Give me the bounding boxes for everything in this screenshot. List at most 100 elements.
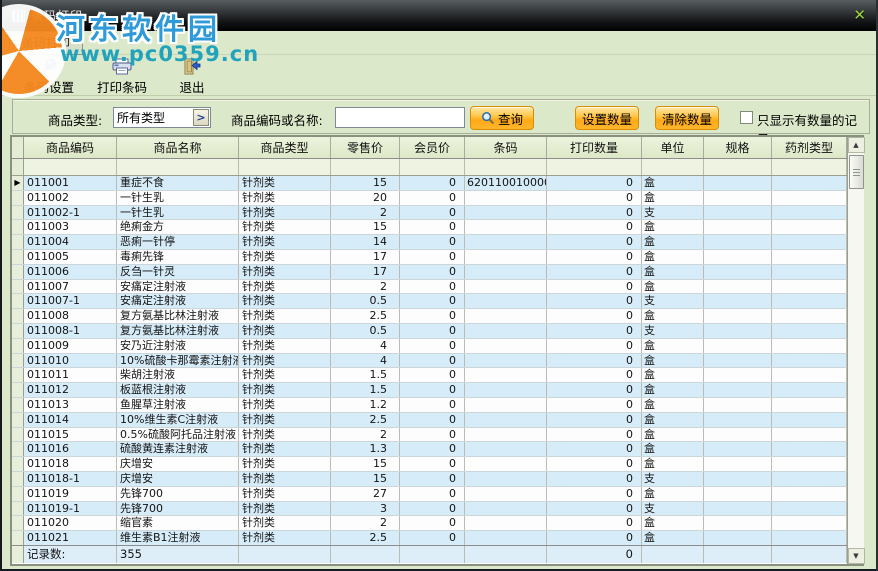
product-type-label: 商品类型: (48, 113, 103, 128)
row-selector[interactable] (12, 294, 24, 309)
table-row[interactable]: 011018 庆增安 针剂类 15 0 0 盒 (12, 457, 847, 472)
table-row[interactable]: 011009 安乃近注射液 针剂类 4 0 0 盒 (12, 338, 847, 354)
cell-条码 (465, 516, 547, 531)
row-selector[interactable] (12, 427, 24, 442)
table-row[interactable]: 011002-1 一针生乳 针剂类 2 0 0 支 (12, 205, 847, 221)
cell-条码: 6201100100001 (465, 176, 547, 190)
row-selector[interactable] (12, 249, 24, 264)
row-selector[interactable] (12, 531, 24, 545)
cell-条码 (465, 383, 547, 397)
row-selector[interactable] (12, 471, 24, 486)
row-selector[interactable] (12, 442, 24, 457)
cell-商品类型: 针剂类 (239, 486, 331, 501)
table-row[interactable]: 011006 反刍一针灵 针剂类 17 0 0 盒 (12, 264, 847, 280)
cell-零售价: 0.5 (331, 294, 400, 309)
table-row[interactable]: 011015 0.5%硫酸阿托品注射液 针剂类 2 0 0 盒 (12, 427, 847, 443)
cell-条码 (465, 412, 547, 427)
row-selector[interactable] (12, 457, 24, 471)
close-icon[interactable]: ✕ (853, 8, 866, 23)
cell-商品名称: 反刍一针灵 (117, 264, 239, 279)
column-header-9[interactable]: 药剂类型 (772, 137, 847, 158)
combo-dropdown-icon[interactable]: > (193, 109, 209, 126)
row-selector[interactable] (12, 220, 24, 235)
column-header-5[interactable]: 条码 (465, 137, 547, 158)
table-row[interactable]: 011007-1 安痛定注射液 针剂类 0.5 0 0 支 (12, 294, 847, 310)
row-selector[interactable] (12, 383, 24, 397)
row-selector[interactable] (12, 501, 24, 516)
cell-打印数量: 0 (547, 383, 642, 397)
column-header-7[interactable]: 单位 (642, 137, 704, 158)
set-quantity-button[interactable]: 设置数量 (575, 106, 639, 130)
row-selector[interactable] (12, 323, 24, 338)
row-selector[interactable] (12, 309, 24, 323)
row-selector[interactable] (12, 486, 24, 501)
row-selector[interactable] (12, 205, 24, 220)
table-row[interactable]: 011020 缩官素 针剂类 2 0 0 盒 (12, 516, 847, 532)
row-selector[interactable] (12, 397, 24, 412)
cell-商品名称: 安痛定注射液 (117, 279, 239, 294)
row-selector[interactable] (12, 338, 24, 353)
row-selector[interactable] (12, 279, 24, 294)
table-row[interactable]: 011021 维生素B1注射液 针剂类 2.5 0 0 盒 (12, 531, 847, 546)
table-row[interactable]: 011005 毒痢先锋 针剂类 17 0 0 盒 (12, 249, 847, 265)
column-header-4[interactable]: 会员价 (400, 137, 465, 158)
barcode-settings-button[interactable]: 条码设置 (18, 57, 80, 96)
table-row[interactable]: 011018-1 庆增安 针剂类 15 0 0 支 (12, 471, 847, 487)
row-selector[interactable] (12, 368, 24, 383)
row-selector[interactable] (12, 190, 24, 205)
exit-button[interactable]: 退出 (170, 57, 214, 96)
cell-打印数量: 0 (547, 294, 642, 309)
cell-打印数量: 0 (547, 235, 642, 249)
cell-商品编码: 011020 (24, 516, 117, 531)
table-row[interactable]: 011007 安痛定注射液 针剂类 2 0 0 盒 (12, 279, 847, 295)
column-header-0[interactable]: 商品编码 (24, 137, 117, 158)
cell-打印数量: 0 (547, 397, 642, 412)
cell-商品名称: 0.5%硫酸阿托品注射液 (117, 427, 239, 442)
cell-药剂类型 (772, 457, 847, 471)
scroll-down-icon[interactable]: ▼ (847, 548, 865, 564)
search-input[interactable] (335, 107, 465, 128)
row-selector[interactable] (12, 516, 24, 531)
table-row[interactable]: 011019 先锋700 针剂类 27 0 0 盒 (12, 486, 847, 502)
scroll-up-icon[interactable]: ▲ (847, 137, 865, 153)
table-row[interactable]: 011012 板蓝根注射液 针剂类 1.5 0 0 盒 (12, 383, 847, 398)
scrollbar-thumb[interactable] (848, 155, 864, 189)
column-header-2[interactable]: 商品类型 (239, 137, 331, 158)
column-header-3[interactable]: 零售价 (331, 137, 400, 158)
table-row[interactable]: 011004 恶痢一针停 针剂类 14 0 0 盒 (12, 235, 847, 250)
row-selector[interactable] (12, 353, 24, 368)
current-row-indicator[interactable]: ▶ (12, 176, 24, 190)
column-header-8[interactable]: 规格 (704, 137, 772, 158)
cell-会员价: 0 (400, 501, 465, 516)
row-selector[interactable] (12, 264, 24, 279)
clear-quantity-button[interactable]: 清除数量 (655, 106, 719, 130)
table-row[interactable]: 011003 绝痢金方 针剂类 15 0 0 盒 (12, 220, 847, 236)
table-row[interactable]: 011019-1 先锋700 针剂类 3 0 0 支 (12, 501, 847, 517)
query-button[interactable]: 查询 (470, 106, 534, 130)
row-selector[interactable] (12, 412, 24, 427)
cell-零售价: 17 (331, 264, 400, 279)
table-row[interactable]: 011011 柴胡注射液 针剂类 1.5 0 0 盒 (12, 368, 847, 384)
table-row[interactable]: 011014 10%维生素C注射液 针剂类 2.5 0 0 盒 (12, 412, 847, 428)
clear-quantity-label: 清除数量 (661, 111, 712, 127)
table-row[interactable]: 011016 硫酸黄连素注射液 针剂类 1.3 0 0 盒 (12, 442, 847, 458)
cell-零售价: 1.3 (331, 442, 400, 457)
cell-商品类型: 针剂类 (239, 353, 331, 368)
column-header-1[interactable]: 商品名称 (117, 137, 239, 158)
filter-cell-5 (465, 159, 547, 175)
table-row[interactable]: 011002 一针生乳 针剂类 20 0 0 盒 (12, 190, 847, 206)
table-row[interactable]: 011008-1 复方氨基比林注射液 针剂类 0.5 0 0 支 (12, 323, 847, 339)
cell-零售价: 2.5 (331, 412, 400, 427)
vertical-scrollbar[interactable]: ▲ ▼ (847, 137, 865, 564)
print-barcode-button[interactable]: 打印条码 (91, 57, 153, 96)
product-type-select[interactable]: 所有类型 > (113, 107, 211, 128)
menu-item-barcode-print[interactable]: 条码打印 (9, 30, 84, 55)
only-with-qty-checkbox[interactable] (740, 111, 753, 124)
table-row[interactable]: 011010 10%硫酸卡那霉素注射液 针剂类 4 0 0 盒 (12, 353, 847, 369)
column-header-6[interactable]: 打印数量 (547, 137, 642, 158)
row-selector[interactable] (12, 235, 24, 249)
cell-条码 (465, 486, 547, 501)
table-row[interactable]: 011013 鱼腥草注射液 针剂类 1.2 0 0 盒 (12, 397, 847, 413)
table-row[interactable]: 011008 复方氨基比林注射液 针剂类 2.5 0 0 盒 (12, 309, 847, 324)
table-row[interactable]: ▶011001重症不食针剂类15062011001000010盒 (12, 176, 847, 191)
